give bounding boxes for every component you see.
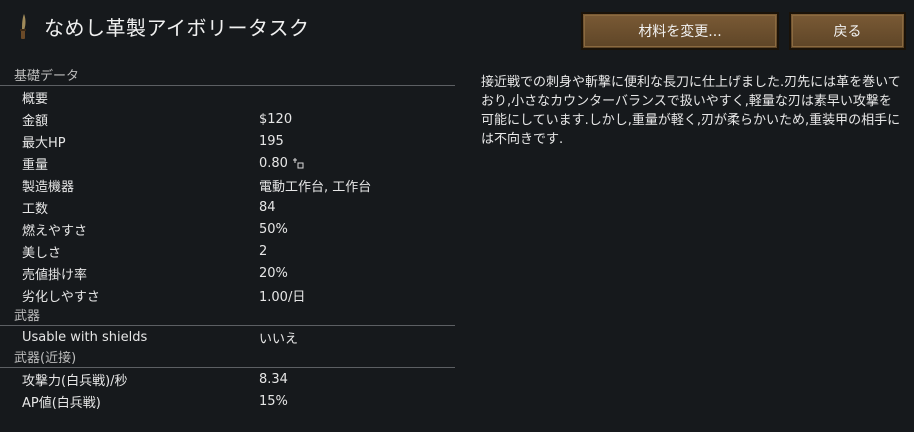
stat-row-shields[interactable]: Usable with shields いいえ [0, 326, 455, 348]
stat-label: 工数 [22, 201, 49, 217]
stat-value: 20% [259, 265, 288, 281]
stat-value: 8.34 [259, 371, 288, 387]
stat-label: Usable with shields [22, 329, 148, 345]
stat-row-price[interactable]: 金額 $120 [0, 108, 455, 130]
stat-value: いいえ [259, 331, 299, 347]
stat-row-flammability[interactable]: 燃えやすさ 50% [0, 218, 455, 240]
stats-panel: 基礎データ 概要 金額 $120 最大HP 195 重量 0.80 製造機器 電… [0, 66, 455, 412]
section-header-melee: 武器(近接) [0, 348, 455, 368]
stat-value: 電動工作台, 工作台 [259, 179, 372, 195]
stat-label: AP値(白兵戦) [22, 395, 101, 411]
back-button[interactable]: 戻る [789, 12, 906, 50]
stat-row-workbench[interactable]: 製造機器 電動工作台, 工作台 [0, 174, 455, 196]
stat-value: 84 [259, 199, 276, 215]
weight-icon [292, 157, 304, 169]
stat-row-sell-factor[interactable]: 売値掛け率 20% [0, 262, 455, 284]
stat-label: 攻撃力(白兵戦)/秒 [22, 373, 128, 389]
stat-row-melee-dps[interactable]: 攻撃力(白兵戦)/秒 8.34 [0, 368, 455, 390]
stat-label: 最大HP [22, 135, 66, 151]
stat-value: 15% [259, 393, 288, 409]
stat-label: 売値掛け率 [22, 267, 88, 283]
stat-label: 美しさ [22, 245, 62, 261]
tusk-weapon-icon [16, 13, 30, 41]
stat-value: 195 [259, 133, 284, 149]
item-description: 接近戦での刺身や斬撃に便利な長刀に仕上げました.刃先には革を巻いており,小さなカ… [481, 75, 901, 147]
stat-label: 劣化しやすさ [22, 289, 100, 305]
stat-value: 50% [259, 221, 288, 237]
stat-row-weight[interactable]: 重量 0.80 [0, 152, 455, 174]
stat-value: 2 [259, 243, 268, 259]
stat-value: 0.80 [259, 155, 288, 171]
stat-row-work[interactable]: 工数 84 [0, 196, 455, 218]
stat-value: $120 [259, 111, 293, 127]
stat-row-max-hp[interactable]: 最大HP 195 [0, 130, 455, 152]
stat-value: 1.00/日 [259, 289, 306, 305]
stat-row-overview[interactable]: 概要 [0, 86, 455, 108]
stat-label: 製造機器 [22, 179, 75, 195]
item-title: なめし革製アイボリータスク [44, 16, 310, 40]
stat-label: 重量 [22, 157, 49, 173]
stat-row-beauty[interactable]: 美しさ 2 [0, 240, 455, 262]
section-header-weapon: 武器 [0, 306, 455, 326]
stat-value-wrap: 0.80 [259, 156, 455, 171]
change-material-button[interactable]: 材料を変更... [581, 12, 779, 50]
stat-label: 燃えやすさ [22, 223, 88, 239]
stat-label: 金額 [22, 113, 49, 129]
stat-row-deterioration[interactable]: 劣化しやすさ 1.00/日 [0, 284, 455, 306]
section-header-basic: 基礎データ [0, 66, 455, 86]
stat-row-melee-ap[interactable]: AP値(白兵戦) 15% [0, 390, 455, 412]
stat-label: 概要 [22, 91, 49, 107]
